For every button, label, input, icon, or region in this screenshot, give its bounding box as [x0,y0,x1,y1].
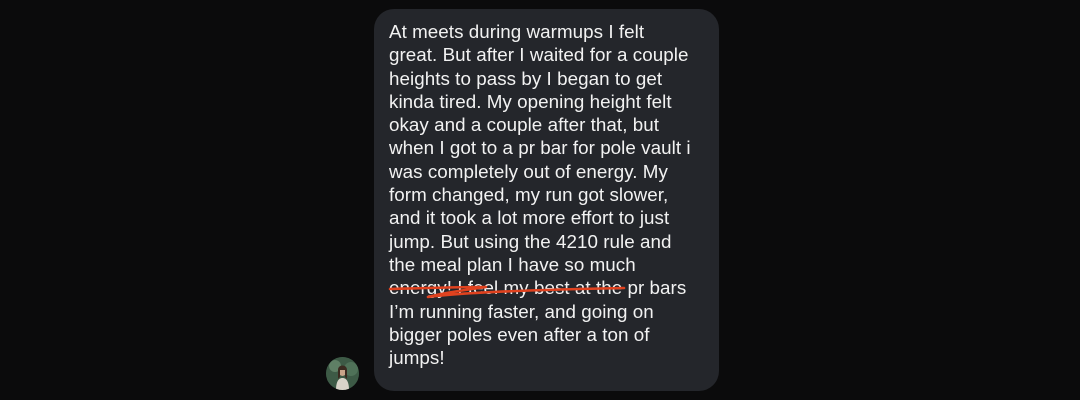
message-line: kinda tired. My opening height felt [389,90,672,112]
message-text: At meets during warmups I felt great. Bu… [389,20,703,369]
message-line: I’m running faster, and going on [389,300,654,322]
chat-area: At meets during warmups I felt great. Bu… [0,0,1080,400]
message-line: when I got to a pr bar for pole vault i [389,137,691,159]
message-line: was completely out of energy. My [389,160,668,182]
message-bubble[interactable]: At meets during warmups I felt great. Bu… [374,9,719,391]
message-line: heights to pass by I began to get [389,67,663,89]
message-line: At meets during warmups I felt [389,21,645,42]
message-line: form changed, my run got slower, [389,184,669,206]
message-line-highlighted: the meal plan I have so much [389,253,636,275]
message-line: jump. But using the 4210 rule and [389,230,672,252]
message-line: jumps! [389,347,445,369]
message-line: bigger poles even after a ton of [389,323,650,345]
profile-photo-icon [326,357,359,390]
avatar[interactable] [326,357,359,390]
message-line: and it took a lot more effort to just [389,207,670,229]
message-line: great. But after I waited for a couple [389,44,689,66]
message-line: okay and a couple after that, but [389,114,659,136]
message-line: energy! I feel my best at the pr bars [389,277,687,299]
